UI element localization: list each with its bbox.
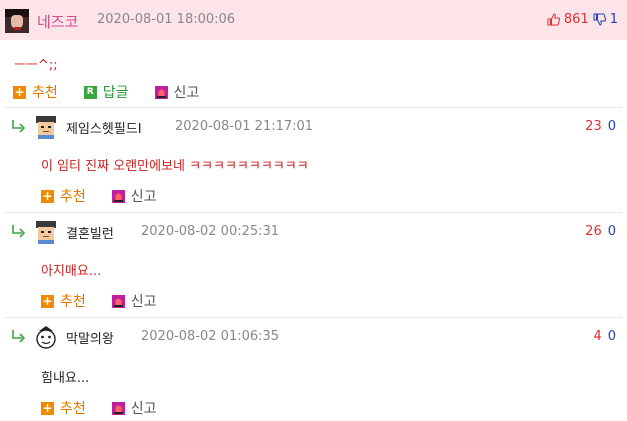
siren-icon — [111, 401, 125, 415]
pixel-guy-icon[interactable] — [34, 220, 58, 244]
downvote-count: 0 — [607, 224, 616, 239]
reply-label: 답글 — [102, 85, 129, 101]
reply-item: 결혼빌런 2020-08-02 00:25:31 26 0 아지매요... + … — [0, 213, 627, 317]
comment-nickname[interactable]: 네즈코 — [37, 11, 78, 32]
siren-icon — [111, 189, 125, 203]
reply-button[interactable]: R 답글 — [83, 82, 129, 102]
report-button[interactable]: 신고 — [111, 398, 157, 418]
report-label: 신고 — [130, 294, 157, 310]
report-button[interactable]: 신고 — [111, 186, 157, 206]
thumbs-up-icon[interactable] — [547, 13, 560, 26]
report-button[interactable]: 신고 — [111, 291, 157, 311]
recommend-button[interactable]: + 추천 — [41, 186, 86, 206]
reply-timestamp: 2020-08-02 01:06:35 — [141, 329, 280, 344]
reply-arrow-icon — [11, 119, 27, 133]
plus-icon: + — [41, 293, 54, 308]
upvote-count: 23 — [585, 119, 602, 134]
reply-actions: + 추천 신고 — [41, 291, 183, 311]
recommend-label: 추천 — [60, 189, 86, 205]
report-button[interactable]: 신고 — [154, 82, 200, 102]
reply-body: 힘내요... — [41, 371, 90, 386]
plus-icon: + — [41, 400, 54, 415]
reply-item: 막말의왕 2020-08-02 01:06:35 4 0 힘내요... + 추천… — [0, 318, 627, 421]
recommend-button[interactable]: + 추천 — [13, 82, 58, 102]
reply-item: 제임스헷필드I 2020-08-01 21:17:01 23 0 이 임티 진짜… — [0, 108, 627, 212]
siren-icon — [154, 85, 168, 99]
recommend-button[interactable]: + 추천 — [41, 398, 86, 418]
reply-vote-counts: 23 0 — [585, 119, 616, 134]
report-label: 신고 — [173, 85, 200, 101]
reply-actions: + 추천 신고 — [41, 186, 183, 206]
downvote-count: 0 — [607, 329, 616, 344]
recommend-label: 추천 — [60, 401, 86, 417]
avatar-mouth-shape — [14, 27, 21, 30]
reply-body: 이 임티 진짜 오랜만에보네 ㅋㅋㅋㅋㅋㅋㅋㅋㅋㅋ — [41, 159, 309, 174]
reply-body: 아지매요... — [41, 264, 102, 279]
downvote-count: 0 — [607, 119, 616, 134]
plus-icon: + — [41, 188, 54, 203]
plus-icon: + — [13, 84, 26, 99]
pixel-guy-icon[interactable] — [34, 115, 58, 139]
downvote-count: 1 — [609, 12, 618, 27]
upvote-count: 26 — [585, 224, 602, 239]
reply-r-icon: R — [83, 85, 97, 99]
avatar[interactable] — [5, 9, 29, 33]
recommend-label: 추천 — [32, 85, 58, 101]
reply-arrow-icon — [11, 224, 27, 238]
cartoon-face-icon[interactable] — [34, 325, 58, 349]
recommend-button[interactable]: + 추천 — [41, 291, 86, 311]
comment-timestamp: 2020-08-01 18:00:06 — [97, 12, 236, 27]
reply-timestamp: 2020-08-02 00:25:31 — [141, 224, 280, 239]
recommend-label: 추천 — [60, 294, 86, 310]
report-label: 신고 — [130, 189, 157, 205]
reply-nickname[interactable]: 결혼빌런 — [66, 223, 114, 242]
reply-nickname[interactable]: 막말의왕 — [66, 328, 114, 347]
comment-body: ㅡㅡ^;; — [14, 58, 58, 73]
reply-timestamp: 2020-08-01 21:17:01 — [175, 119, 314, 134]
siren-icon — [111, 294, 125, 308]
reply-vote-counts: 4 0 — [593, 329, 616, 344]
reply-nickname[interactable]: 제임스헷필드I — [66, 118, 142, 137]
reply-vote-counts: 26 0 — [585, 224, 616, 239]
reply-arrow-icon — [11, 329, 27, 343]
thumbs-down-icon[interactable] — [593, 13, 606, 26]
report-label: 신고 — [130, 401, 157, 417]
vote-counts: 861 1 — [547, 12, 618, 27]
comment-actions: + 추천 R 답글 신고 — [13, 82, 225, 102]
reply-actions: + 추천 신고 — [41, 398, 183, 418]
upvote-count: 4 — [593, 329, 602, 344]
top-comment-header: 네즈코 2020-08-01 18:00:06 861 1 — [0, 0, 627, 40]
upvote-count: 861 — [563, 12, 589, 27]
